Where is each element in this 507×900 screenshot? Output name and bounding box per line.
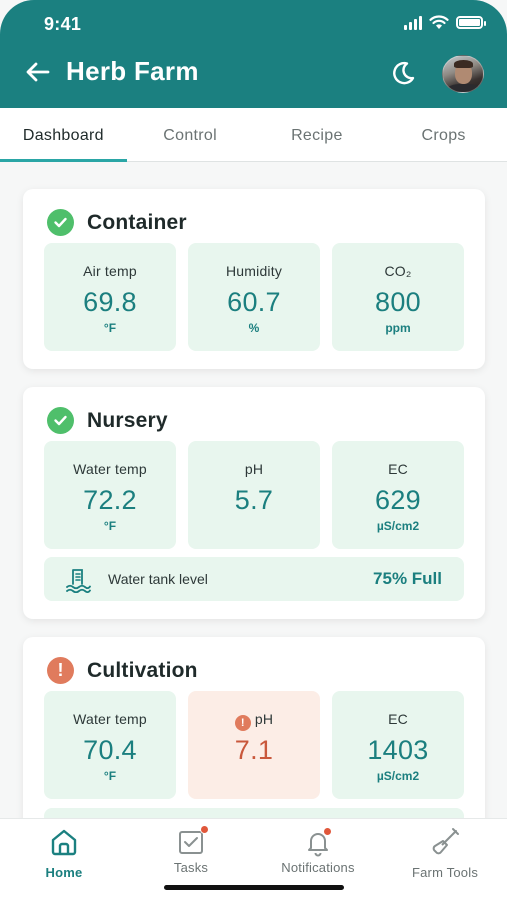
metric-value: 60.7 [227, 287, 281, 317]
nav-farm-tools[interactable]: Farm Tools [385, 827, 505, 880]
metric-unit: °F [103, 769, 117, 783]
tank-label: Water tank level [108, 571, 208, 587]
tasks-icon [176, 825, 209, 857]
tab-control[interactable]: Control [127, 108, 254, 161]
metric-label: ! pH [188, 711, 320, 731]
metric-tile[interactable]: EC 1403 µS/cm2 [332, 691, 464, 799]
status-time: 9:41 [44, 14, 82, 34]
warning-circle-icon: ! [47, 657, 74, 684]
metric-unit: % [248, 321, 260, 335]
badge-dot [323, 827, 332, 836]
avatar[interactable] [442, 55, 484, 93]
metric-label: Air temp [83, 263, 137, 279]
metric-unit: µS/cm2 [376, 769, 420, 783]
tab-recipe[interactable]: Recipe [254, 108, 381, 161]
metric-label: EC [388, 461, 408, 477]
section-title: Container [87, 210, 187, 234]
cultivation-card[interactable]: ! Cultivation Water temp 70.4 °F ! pH 7.1… [23, 637, 485, 837]
metric-value: 70.4 [83, 735, 137, 765]
metric-unit: °F [103, 321, 117, 335]
metric-unit: µS/cm2 [376, 519, 420, 533]
home-icon [51, 829, 77, 856]
metric-unit: °F [103, 519, 117, 533]
app-header: 9:41 Herb Farm [0, 0, 507, 108]
metric-value: 1403 [367, 735, 429, 765]
nav-notifications[interactable]: Notifications [258, 827, 378, 875]
metric-value: 629 [375, 485, 421, 515]
metric-tile-alert[interactable]: ! pH 7.1 [188, 691, 320, 799]
home-indicator [164, 885, 344, 890]
water-tank-icon [66, 569, 91, 593]
metric-tile[interactable]: Water temp 72.2 °F [44, 441, 176, 549]
check-circle-icon [47, 407, 74, 434]
bell-icon [303, 827, 333, 857]
metric-tile[interactable]: EC 629 µS/cm2 [332, 441, 464, 549]
moon-icon[interactable] [388, 58, 418, 88]
status-icons [404, 15, 486, 30]
tab-crops[interactable]: Crops [380, 108, 507, 161]
metric-tile[interactable]: CO₂ 800 ppm [332, 243, 464, 351]
tab-dashboard[interactable]: Dashboard [0, 108, 127, 162]
battery-icon [456, 16, 486, 29]
page-title: Herb Farm [66, 56, 199, 86]
nav-tasks[interactable]: Tasks [131, 825, 251, 875]
nursery-card[interactable]: Nursery Water temp 72.2 °F pH 5.7 EC 629… [23, 387, 485, 619]
badge-dot [200, 825, 209, 834]
check-circle-icon [47, 209, 74, 236]
metric-label: Water temp [73, 461, 147, 477]
nav-label: Farm Tools [411, 865, 479, 880]
metric-value: 800 [375, 287, 421, 317]
metric-label: EC [388, 711, 408, 727]
warning-icon: ! [234, 715, 251, 731]
nav-home[interactable]: Home [4, 827, 124, 880]
tank-value: 75% Full [373, 569, 442, 588]
metric-tile[interactable]: Humidity 60.7 % [188, 243, 320, 351]
metric-tile[interactable]: Air temp 69.8 °F [44, 243, 176, 351]
signal-icon [404, 15, 422, 30]
metric-label: Humidity [225, 263, 283, 279]
section-title: Nursery [87, 408, 168, 432]
wifi-icon [429, 15, 449, 29]
metric-value: 69.8 [83, 287, 137, 317]
metric-label: pH [244, 461, 264, 477]
section-title: Cultivation [87, 658, 198, 682]
nav-label: Notifications [281, 860, 355, 875]
tab-bar: Dashboard Control Recipe Crops [0, 108, 507, 162]
shovel-icon [432, 828, 459, 855]
container-card[interactable]: Container Air temp 69.8 °F Humidity 60.7… [23, 189, 485, 369]
arrow-left-icon[interactable] [24, 58, 52, 86]
metric-tile[interactable]: pH 5.7 [188, 441, 320, 549]
metric-value: 72.2 [83, 485, 137, 515]
metric-label: Water temp [73, 711, 147, 727]
metric-label: CO₂ [384, 263, 412, 279]
metric-value: 5.7 [234, 485, 274, 515]
metric-value: 7.1 [234, 735, 274, 765]
nav-label: Home [45, 865, 83, 880]
metric-unit: ppm [385, 321, 411, 335]
water-tank-level[interactable]: Water tank level 75% Full [44, 557, 464, 601]
metric-tile[interactable]: Water temp 70.4 °F [44, 691, 176, 799]
nav-label: Tasks [173, 860, 209, 875]
